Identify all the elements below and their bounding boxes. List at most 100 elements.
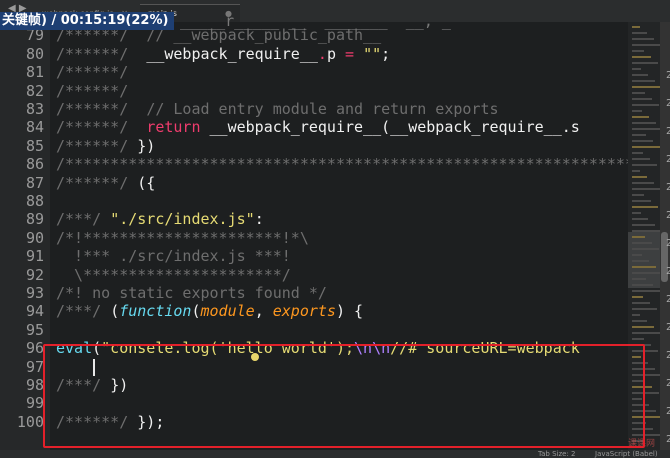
minimap-line bbox=[632, 134, 646, 136]
minimap-line bbox=[632, 254, 642, 256]
minimap-line bbox=[632, 272, 663, 274]
cut-off-number: 2 bbox=[666, 434, 670, 445]
minimap-line bbox=[632, 218, 648, 220]
code-token: /******/ bbox=[56, 100, 147, 118]
minimap-line bbox=[632, 290, 660, 292]
code-token: : bbox=[254, 210, 264, 229]
minimap-line bbox=[632, 50, 644, 52]
minimap-line bbox=[632, 146, 660, 148]
cut-off-number: 2 bbox=[666, 98, 670, 109]
minimap-line bbox=[632, 176, 647, 178]
line-code: !*** ./src/index.js ***! bbox=[56, 247, 291, 265]
minimap-line bbox=[632, 80, 655, 82]
line-code: /******/ ({ bbox=[56, 174, 155, 192]
line-number: 86 bbox=[25, 155, 44, 174]
cut-off-number: 2 bbox=[666, 322, 670, 333]
tab-size-indicator[interactable]: Tab Size: 2 bbox=[538, 450, 575, 458]
syntax-indicator[interactable]: JavaScript (Babel) bbox=[595, 450, 658, 458]
minimap-line bbox=[632, 44, 661, 46]
minimap-line bbox=[632, 266, 656, 268]
line-number: 87 bbox=[25, 173, 44, 192]
minimap-line bbox=[632, 56, 651, 58]
minimap-line bbox=[632, 278, 646, 280]
line-number: 84 bbox=[25, 118, 44, 137]
line-number: 82 bbox=[25, 81, 44, 100]
line-number: 83 bbox=[25, 100, 44, 118]
minimap-line bbox=[632, 260, 649, 262]
line-code: /******/ }) bbox=[56, 137, 155, 155]
line-number: 80 bbox=[25, 44, 44, 63]
cut-off-number: 2 bbox=[666, 126, 670, 137]
minimap-line bbox=[632, 170, 640, 172]
code-token: , bbox=[254, 302, 273, 321]
line-code: /******/ bbox=[56, 82, 128, 100]
line-number: 89 bbox=[25, 210, 44, 229]
line-code: /***/ "./src/index.js": bbox=[56, 210, 264, 228]
code-token: = bbox=[345, 44, 355, 63]
minimap-line bbox=[632, 68, 641, 70]
minimap-line bbox=[632, 242, 652, 244]
cut-off-number: 2 bbox=[666, 266, 670, 277]
line-code: /***************************************… bbox=[56, 155, 628, 173]
minimap-line bbox=[632, 62, 658, 64]
code-token: /******/ bbox=[56, 44, 147, 63]
code-token: __webpack_require__(__webpack_require__.… bbox=[200, 118, 580, 137]
line-code: \**********************/ bbox=[56, 266, 291, 284]
minimap-line bbox=[632, 122, 656, 124]
line-code: /******/ bbox=[56, 63, 128, 81]
cut-off-number: 2 bbox=[666, 70, 670, 81]
hidden-line-fragment: _____r_____ __ _______ __, _ bbox=[180, 12, 451, 30]
code-token: /******/ bbox=[56, 63, 129, 82]
cut-off-number: 2 bbox=[666, 154, 670, 165]
minimap-line bbox=[632, 338, 644, 340]
status-bar: Tab Size: 2 JavaScript (Babel) bbox=[0, 450, 670, 458]
code-token: // Load entry module and return exports bbox=[146, 100, 499, 118]
minimap-line bbox=[632, 212, 641, 214]
minimap-line bbox=[632, 326, 654, 328]
minimap-line bbox=[632, 194, 644, 196]
code-token: }) bbox=[137, 136, 156, 155]
code-token: /******/ bbox=[56, 81, 129, 100]
minimap-line bbox=[632, 38, 654, 40]
video-timestamp-overlay: 关键帧) / 00:15:19(22%) bbox=[0, 12, 175, 30]
code-token: /*!**********************!*\ bbox=[56, 228, 309, 247]
code-token: ( bbox=[110, 302, 120, 321]
minimap-line bbox=[632, 92, 645, 94]
code-token: !*** ./src/index.js ***! bbox=[56, 247, 291, 266]
highlight-annotation-box bbox=[43, 344, 645, 448]
cut-off-number: 2 bbox=[666, 294, 670, 305]
minimap-line bbox=[632, 284, 653, 286]
code-token: /*! no static exports found */ bbox=[56, 284, 327, 302]
line-number: 81 bbox=[25, 63, 44, 82]
code-token: p bbox=[326, 44, 345, 63]
minimap-line bbox=[632, 200, 651, 202]
minimap-line bbox=[632, 140, 653, 142]
line-number: 100 bbox=[16, 412, 44, 431]
line-code: /*!**********************!*\ bbox=[56, 229, 309, 247]
line-code: /******/ __webpack_require__.p = ""; bbox=[56, 45, 390, 63]
minimap-line bbox=[632, 26, 640, 28]
code-token: __webpack_require__ bbox=[146, 44, 318, 63]
line-number: 88 bbox=[25, 192, 44, 210]
code-token: ({ bbox=[137, 173, 156, 192]
minimap-line bbox=[632, 314, 640, 316]
code-token: module bbox=[200, 302, 255, 321]
minimap-line bbox=[632, 110, 642, 112]
minimap-line bbox=[632, 98, 652, 100]
code-token: /******/ bbox=[56, 118, 147, 137]
minimap-line bbox=[632, 296, 643, 298]
code-token: ) { bbox=[335, 302, 364, 321]
line-code: /******/ // Load entry module and return… bbox=[56, 100, 499, 118]
minimap-line bbox=[632, 230, 662, 232]
minimap-line bbox=[632, 164, 657, 166]
minimap-line bbox=[632, 248, 659, 250]
line-number: 96 bbox=[25, 339, 44, 358]
line-code: /******/ return __webpack_require__(__we… bbox=[56, 118, 580, 136]
minimap-line bbox=[632, 152, 643, 154]
line-number: 91 bbox=[25, 247, 44, 266]
line-number: 98 bbox=[25, 376, 44, 394]
code-token: . bbox=[317, 44, 327, 63]
minimap-line bbox=[632, 182, 654, 184]
minimap-line bbox=[632, 188, 661, 190]
